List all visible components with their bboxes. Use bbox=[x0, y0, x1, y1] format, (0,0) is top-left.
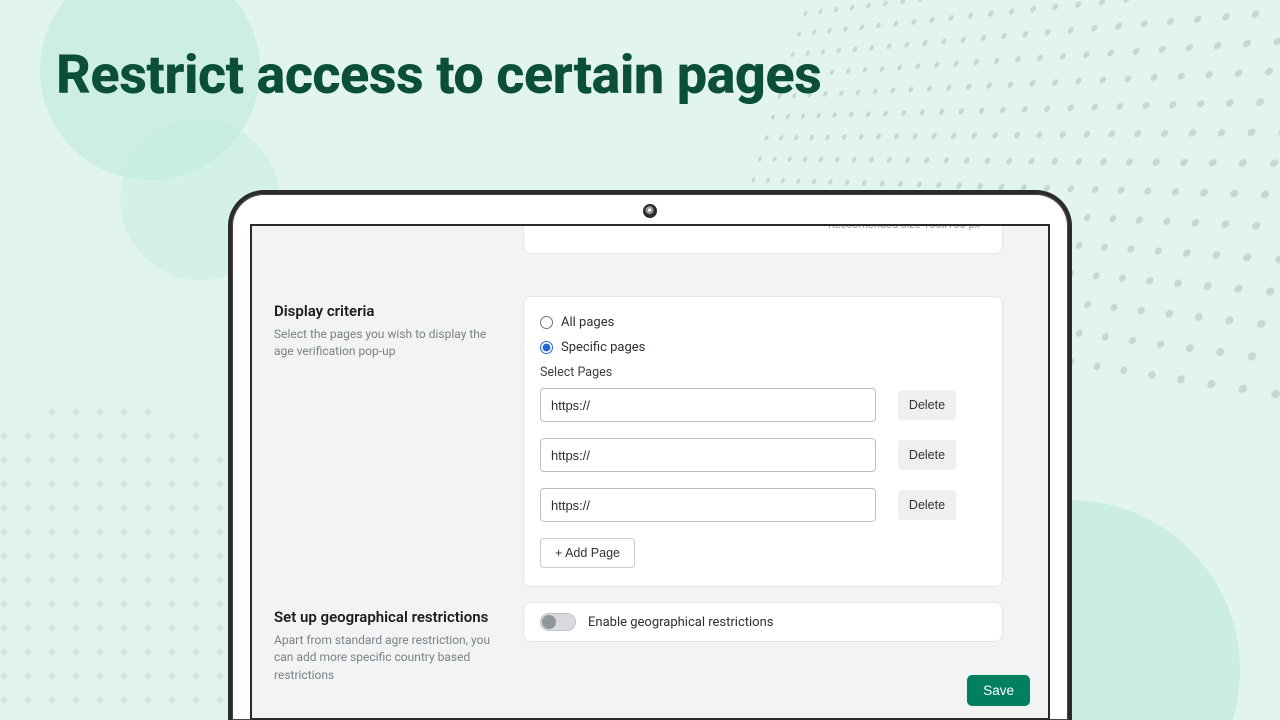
geo-panel: Enable geographical restrictions bbox=[523, 602, 1003, 642]
radio-all-pages-input[interactable] bbox=[540, 316, 553, 329]
radio-specific-pages-label: Specific pages bbox=[561, 340, 645, 355]
helper-text: Reccomended size 100x100 px bbox=[828, 224, 980, 231]
radio-all-pages[interactable]: All pages bbox=[540, 315, 986, 330]
geo-title: Set up geographical restrictions bbox=[274, 608, 504, 626]
geo-heading-block: Set up geographical restrictions Apart f… bbox=[274, 608, 504, 684]
page-url-input[interactable] bbox=[540, 388, 876, 422]
app-screen: Reccomended size 100x100 px Display crit… bbox=[250, 224, 1050, 720]
delete-button[interactable]: Delete bbox=[898, 440, 956, 470]
display-criteria-title: Display criteria bbox=[274, 302, 504, 320]
geo-toggle[interactable] bbox=[540, 613, 576, 631]
radio-specific-pages-input[interactable] bbox=[540, 341, 553, 354]
page-url-row: Delete bbox=[540, 388, 986, 422]
add-page-button[interactable]: + Add Page bbox=[540, 538, 635, 568]
select-pages-label: Select Pages bbox=[540, 365, 986, 380]
geo-toggle-label: Enable geographical restrictions bbox=[588, 615, 773, 630]
geo-desc: Apart from standard agre restriction, yo… bbox=[274, 632, 504, 684]
camera-icon bbox=[643, 204, 657, 218]
delete-button[interactable]: Delete bbox=[898, 390, 956, 420]
page-url-input[interactable] bbox=[540, 488, 876, 522]
toggle-knob-icon bbox=[542, 615, 556, 629]
page-url-row: Delete bbox=[540, 438, 986, 472]
save-button[interactable]: Save bbox=[967, 675, 1030, 706]
delete-button[interactable]: Delete bbox=[898, 490, 956, 520]
settings-form: Reccomended size 100x100 px Display crit… bbox=[252, 226, 1048, 718]
upload-panel: Reccomended size 100x100 px bbox=[523, 224, 1003, 254]
display-criteria-panel: All pages Specific pages Select Pages De… bbox=[523, 296, 1003, 587]
laptop-frame: Reccomended size 100x100 px Display crit… bbox=[228, 190, 1072, 720]
page-title: Restrict access to certain pages bbox=[56, 44, 821, 107]
display-criteria-heading-block: Display criteria Select the pages you wi… bbox=[274, 302, 504, 361]
display-criteria-desc: Select the pages you wish to display the… bbox=[274, 326, 504, 361]
radio-all-pages-label: All pages bbox=[561, 315, 614, 330]
page-url-row: Delete bbox=[540, 488, 986, 522]
radio-specific-pages[interactable]: Specific pages bbox=[540, 340, 986, 355]
page-url-input[interactable] bbox=[540, 438, 876, 472]
